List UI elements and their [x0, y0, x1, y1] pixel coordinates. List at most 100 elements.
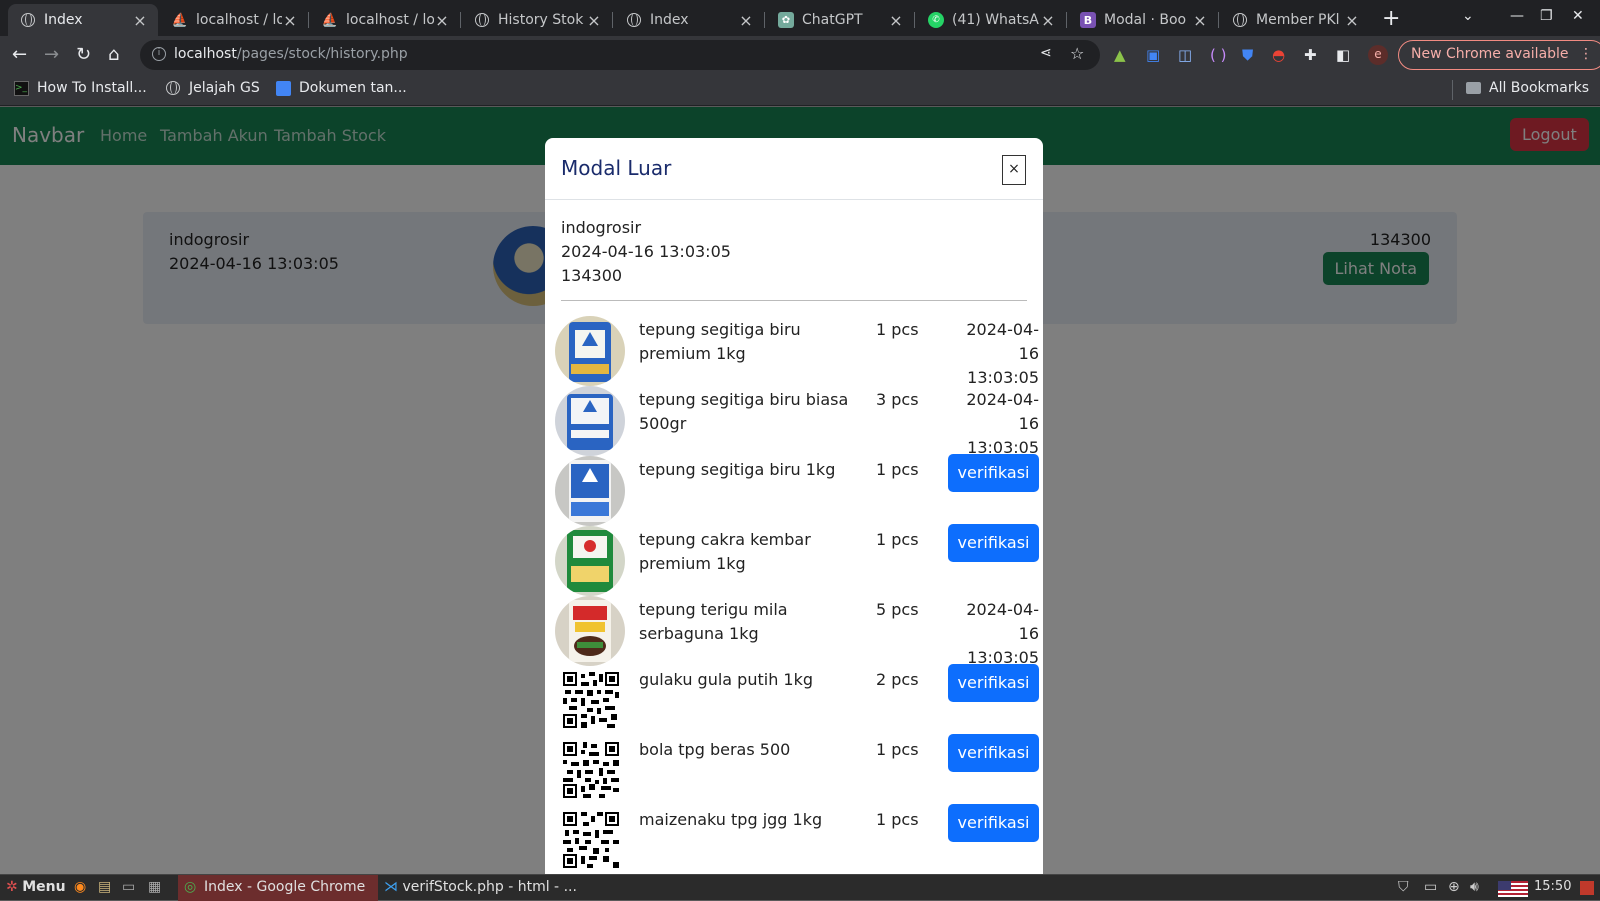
verifikasi-button[interactable]: verifikasi [948, 734, 1039, 772]
reload-icon[interactable]: ↻ [76, 44, 91, 65]
item-qty: 1 pcs [876, 810, 919, 829]
item-name: maizenaku tpg jgg 1kg [639, 810, 823, 829]
mint-menu-icon: ✲ [6, 879, 18, 895]
url-text[interactable]: localhost/pages/stock/history.php [174, 46, 408, 62]
product-image [555, 386, 625, 456]
item-name: tepung segitiga biru biasa 500gr [639, 390, 849, 433]
taskbar-app-vscode[interactable]: ⋊ verifStock.php - html - ... [384, 879, 577, 895]
tab-title: (41) WhatsA [952, 12, 1039, 28]
bookmark-dokumen[interactable]: Dokumen tan... [276, 80, 407, 96]
extension-brackets-icon[interactable]: ( ) [1210, 46, 1226, 64]
restore-icon[interactable]: ❐ [1540, 8, 1553, 24]
tab-close-icon[interactable]: × [1040, 11, 1056, 30]
new-tab-icon[interactable]: + [1382, 6, 1400, 31]
bootstrap-icon: B [1080, 12, 1096, 28]
tab-bootstrap-modal[interactable]: B Modal · Boo × [1068, 4, 1219, 36]
translate-icon[interactable]: ▣ [1146, 46, 1160, 64]
qr-code-image [563, 742, 619, 798]
tab-index[interactable]: Index × [8, 4, 158, 36]
shield-icon[interactable]: ⛉ [1398, 879, 1409, 895]
item-verified-date: 2024-04-16 13:03:05 [966, 320, 1039, 387]
tab-history-stok[interactable]: History Stok × [462, 4, 613, 36]
new-chrome-available-button[interactable]: New Chrome available ⋮ [1398, 40, 1600, 70]
media-icon[interactable]: ▦ [148, 879, 161, 895]
tab-close-icon[interactable]: × [586, 11, 602, 30]
tab-close-icon[interactable]: × [888, 11, 904, 30]
tab-title: localhost / lo [346, 12, 434, 28]
bookmark-how-to-install[interactable]: >_ How To Install... [14, 80, 147, 96]
chrome-icon: ◎ [184, 879, 197, 895]
extensions-puzzle-icon[interactable]: ✚ [1304, 46, 1317, 64]
tab-close-icon[interactable]: × [1344, 11, 1360, 30]
split-view-icon[interactable]: ◫ [1178, 46, 1192, 64]
modal-close-button[interactable]: × [1002, 155, 1026, 185]
volume-icon[interactable]: 🔊︎ [1470, 879, 1479, 895]
tab-member-pkl[interactable]: Member PKl × [1220, 4, 1370, 36]
terminal-icon[interactable]: ▭ [122, 879, 135, 895]
taskbar-app-chrome[interactable]: ◎ Index - Google Chrome [178, 875, 378, 901]
extension-pokeball-icon[interactable]: ◓ [1272, 46, 1285, 64]
verifikasi-button[interactable]: verifikasi [948, 664, 1039, 702]
forward-icon[interactable]: → [44, 44, 59, 65]
item-verified-date: 2024-04-16 13:03:05 [966, 390, 1039, 457]
list-item: maizenaku tpg jgg 1kg 1 pcs verifikasi [545, 804, 1043, 874]
product-image [555, 596, 625, 666]
phpmyadmin-icon: ⛵ [321, 12, 339, 28]
globe-icon [166, 80, 181, 96]
extension-shield-icon[interactable]: ⛊ [1242, 46, 1253, 64]
back-icon[interactable]: ← [12, 44, 27, 65]
address-bar[interactable]: i localhost/pages/stock/history.php ⋖ ☆ [140, 40, 1100, 70]
tab-close-icon[interactable]: × [1192, 11, 1208, 30]
side-panel-icon[interactable]: ◧ [1336, 46, 1350, 64]
firefox-icon[interactable]: ◉ [74, 879, 86, 895]
tab-title: ChatGPT [802, 12, 863, 28]
us-flag-keyboard-icon[interactable] [1498, 881, 1528, 897]
file-manager-icon[interactable]: ▤ [98, 879, 111, 895]
item-qty: 5 pcs [876, 600, 919, 619]
vscode-icon: ⋊ [384, 879, 398, 895]
item-qty: 2 pcs [876, 670, 919, 689]
site-info-icon[interactable]: i [152, 47, 166, 61]
tab-close-icon[interactable]: × [132, 11, 148, 30]
list-item: bola tpg beras 500 1 pcs verifikasi [545, 734, 1043, 804]
item-name: tepung segitiga biru premium 1kg [639, 320, 801, 363]
browser-toolbar: ← → ↻ ⌂ i localhost/pages/stock/history.… [0, 36, 1600, 74]
tab-close-icon[interactable]: × [282, 11, 298, 30]
qr-code-image [563, 812, 619, 868]
extension-dino-icon[interactable]: ▲ [1114, 46, 1126, 64]
share-icon[interactable]: ⋖ [1040, 45, 1052, 61]
profile-avatar[interactable]: e [1368, 45, 1388, 65]
verifikasi-button[interactable]: verifikasi [948, 804, 1039, 842]
tab-whatsapp[interactable]: ✆ (41) WhatsA × [916, 4, 1067, 36]
item-qty: 3 pcs [876, 390, 919, 409]
update-icon[interactable]: ⊕ [1448, 879, 1460, 895]
bookmarks-bar: >_ How To Install... Jelajah GS Dokumen … [0, 74, 1600, 106]
tab-phpmyadmin-2[interactable]: ⛵ localhost / lo × [310, 4, 461, 36]
chatgpt-icon: ✿ [778, 12, 794, 28]
minimize-icon[interactable]: — [1510, 8, 1524, 24]
more-vert-icon: ⋮ [1579, 46, 1593, 62]
item-name: bola tpg beras 500 [639, 740, 791, 759]
display-icon[interactable]: ▭ [1424, 879, 1437, 895]
page-viewport: Navbar Home Tambah Akun Tambah Stock Log… [0, 107, 1600, 874]
item-name: tepung terigu mila serbaguna 1kg [639, 600, 788, 643]
bookmark-star-icon[interactable]: ☆ [1070, 44, 1084, 63]
item-qty: 1 pcs [876, 460, 919, 479]
product-image [555, 526, 625, 596]
tab-phpmyadmin-1[interactable]: ⛵ localhost / lo × [160, 4, 309, 36]
notification-icon[interactable] [1580, 881, 1594, 895]
tab-search-chevron-icon[interactable]: ⌄ [1462, 8, 1474, 24]
all-bookmarks[interactable]: All Bookmarks [1466, 80, 1589, 96]
start-menu-button[interactable]: ✲ Menu [6, 879, 66, 895]
window-close-icon[interactable]: ✕ [1572, 8, 1584, 24]
verifikasi-button[interactable]: verifikasi [948, 454, 1039, 492]
modal-total: 134300 [561, 266, 623, 285]
bookmark-jelajah-gs[interactable]: Jelajah GS [166, 80, 260, 96]
tab-close-icon[interactable]: × [434, 11, 450, 30]
tab-chatgpt[interactable]: ✿ ChatGPT × [766, 4, 915, 36]
tab-close-icon[interactable]: × [738, 11, 754, 30]
tab-index-2[interactable]: Index × [614, 4, 765, 36]
verifikasi-button[interactable]: verifikasi [948, 524, 1039, 562]
home-icon[interactable]: ⌂ [108, 44, 119, 65]
item-name: tepung cakra kembar premium 1kg [639, 530, 811, 573]
